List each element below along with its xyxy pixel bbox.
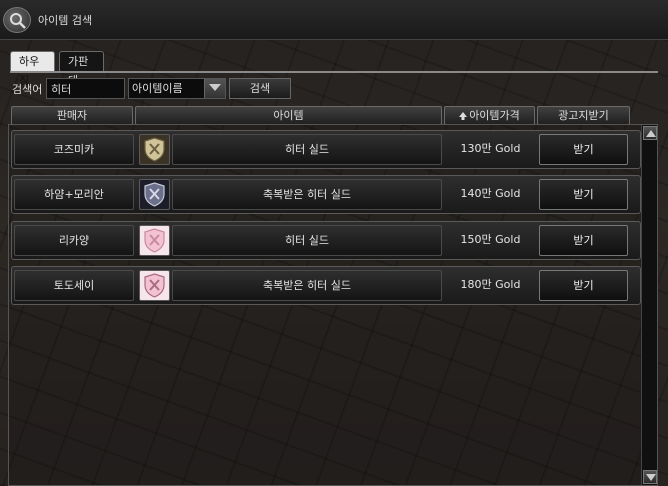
shield-icon	[139, 179, 170, 210]
tab-housing[interactable]: 하우징	[10, 51, 55, 87]
search-icon	[3, 7, 31, 33]
seller-cell: 하얌+모리안	[14, 179, 134, 210]
receive-button[interactable]: 받기	[539, 179, 628, 210]
seller-cell: 리카양	[14, 225, 134, 256]
search-panel: 하우징 가판대 검색어 아이템이름 검색 판매자 아이템 아이템가격 광고지받기…	[0, 40, 668, 486]
receive-button[interactable]: 받기	[539, 134, 628, 165]
scroll-down-icon[interactable]	[643, 470, 657, 484]
search-input[interactable]	[46, 78, 125, 99]
table-row: 리카양 히터 실드 150만 Gold 받기	[11, 221, 641, 260]
seller-cell: 코즈미카	[14, 134, 134, 165]
item-name-cell: 히터 실드	[172, 134, 442, 165]
scroll-up-icon[interactable]	[643, 126, 657, 140]
table-row: 토도세이 축복받은 히터 실드 180만 Gold 받기	[11, 266, 641, 305]
shield-icon	[139, 270, 170, 301]
window-title: 아이템 검색	[38, 14, 93, 27]
item-name-cell: 히터 실드	[172, 225, 442, 256]
receive-button[interactable]: 받기	[539, 225, 628, 256]
search-button[interactable]: 검색	[229, 78, 291, 99]
seller-cell: 토도세이	[14, 270, 134, 301]
price-cell: 130만 Gold	[460, 142, 521, 155]
dropdown-arrow-icon[interactable]	[204, 79, 225, 98]
table-row: 코즈미카 히터 실드 130만 Gold 받기	[11, 130, 641, 169]
price-cell: 150만 Gold	[460, 233, 521, 246]
price-cell: 180만 Gold	[460, 278, 521, 291]
price-cell: 140만 Gold	[460, 187, 521, 200]
scrollbar[interactable]	[641, 125, 657, 485]
table-row: 하얌+모리안 축복받은 히터 실드 140만 Gold 받기	[11, 175, 641, 214]
tab-divider	[10, 71, 658, 73]
item-name-cell: 축복받은 히터 실드	[172, 179, 442, 210]
column-header-price[interactable]: 아이템가격	[444, 106, 535, 125]
column-header-price-label: 아이템가격	[469, 109, 520, 122]
shield-icon	[139, 134, 170, 165]
window-titlebar: 아이템 검색	[0, 0, 668, 40]
shield-icon	[139, 225, 170, 256]
search-category-select[interactable]: 아이템이름	[128, 78, 226, 99]
column-header-ad: 광고지받기	[537, 106, 630, 125]
column-header-seller: 판매자	[11, 106, 133, 125]
arrow-up-icon	[459, 112, 468, 120]
search-category-value: 아이템이름	[132, 82, 183, 95]
column-header-item: 아이템	[135, 106, 442, 125]
tab-stall[interactable]: 가판대	[59, 51, 104, 87]
receive-button[interactable]: 받기	[539, 270, 628, 301]
item-name-cell: 축복받은 히터 실드	[172, 270, 442, 301]
search-label: 검색어	[12, 83, 43, 96]
